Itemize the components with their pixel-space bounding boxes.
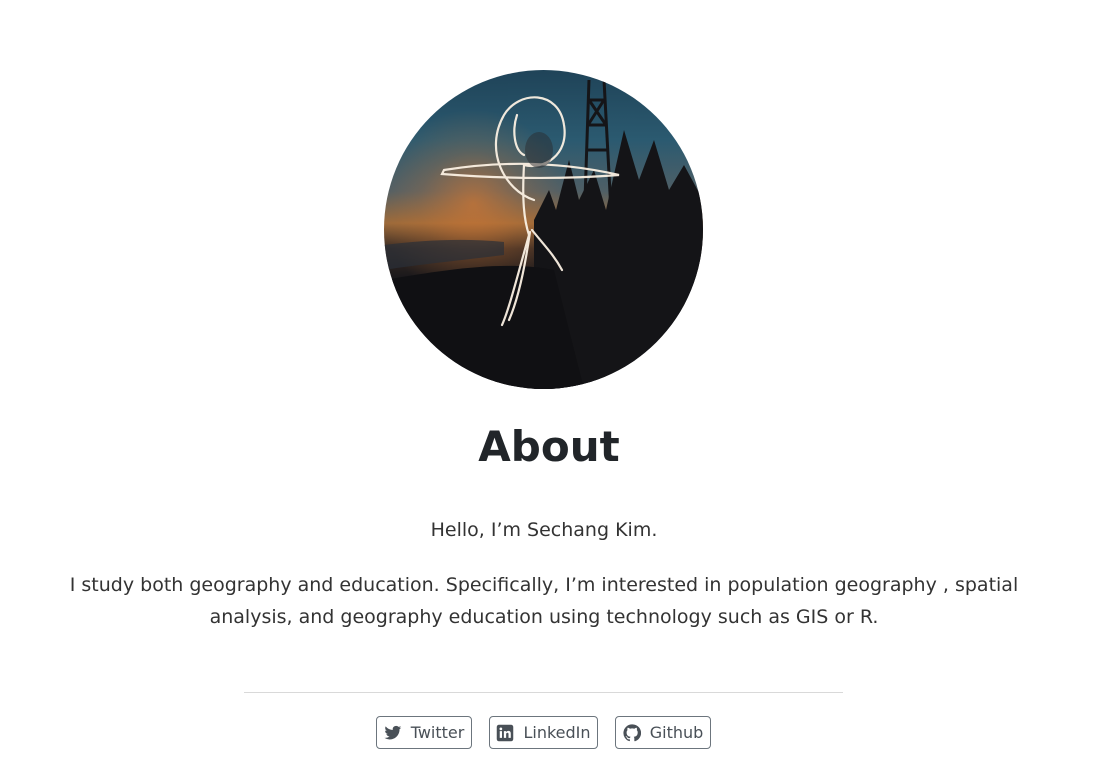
bio-text: I study both geography and education. Sp… (69, 574, 1019, 628)
profile-avatar (384, 70, 703, 389)
greeting-text: Hello, I’m Sechang Kim. (430, 519, 658, 541)
github-label: Github (649, 723, 704, 742)
github-button[interactable]: Github (615, 716, 711, 749)
twitter-icon (384, 724, 402, 742)
about-page: About Hello, I’m Sechang Kim. I study bo… (0, 0, 1098, 758)
twitter-label: Twitter (410, 723, 465, 742)
linkedin-button[interactable]: LinkedIn (489, 716, 598, 749)
avatar-photo (384, 79, 703, 389)
divider (244, 692, 843, 693)
linkedin-icon (496, 724, 514, 742)
page-title: About (478, 422, 620, 471)
github-icon (623, 723, 641, 742)
twitter-button[interactable]: Twitter (376, 716, 472, 749)
linkedin-label: LinkedIn (523, 723, 591, 742)
